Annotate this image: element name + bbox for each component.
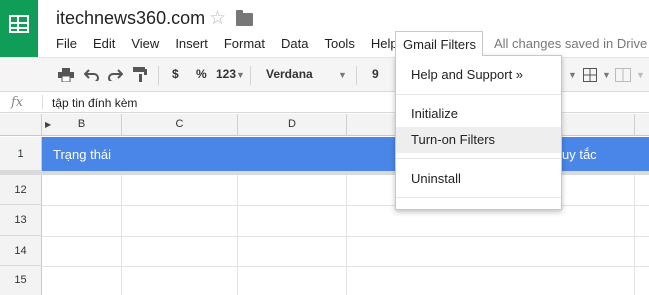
grid-line [634, 175, 635, 295]
formula-input[interactable]: tập tin đính kèm [52, 96, 137, 110]
chevron-down-icon[interactable]: ▼ [338, 70, 347, 80]
gmail-filters-dropdown: Help and Support » Initialize Turn-on Fi… [395, 55, 562, 210]
font-family-select[interactable]: Verdana [266, 67, 313, 81]
chevron-down-icon[interactable]: ▼ [236, 70, 245, 80]
folder-icon[interactable] [236, 10, 253, 26]
column-header-b[interactable]: ▶ B [42, 114, 122, 136]
menu-tools[interactable]: Tools [316, 34, 362, 52]
menu-item-initialize[interactable]: Initialize [396, 101, 561, 127]
grid-line [346, 175, 347, 295]
fx-icon: fx [11, 95, 24, 110]
row-header-1[interactable]: 1 [0, 137, 42, 171]
menu-bar: File Edit View Insert Format Data Tools … [48, 34, 406, 52]
menu-separator [396, 158, 561, 159]
column-header[interactable] [635, 114, 649, 136]
menu-item-uninstall[interactable]: Uninstall [396, 166, 561, 192]
menu-format[interactable]: Format [216, 34, 273, 52]
document-title[interactable]: itechnews360.com [56, 8, 205, 29]
menu-item-turn-on-filters[interactable]: Turn-on Filters [396, 127, 561, 153]
paint-format-icon[interactable] [133, 67, 147, 83]
star-icon[interactable]: ☆ [209, 7, 226, 30]
save-status: All changes saved in Drive [494, 36, 648, 51]
divider [42, 95, 43, 109]
menu-file[interactable]: File [48, 34, 85, 52]
undo-icon[interactable] [84, 69, 99, 81]
chevron-down-icon[interactable]: ▼ [568, 70, 577, 80]
chevron-down-icon[interactable]: ▼ [636, 70, 645, 80]
row-header-12[interactable]: 12 [0, 175, 42, 205]
menu-edit[interactable]: Edit [85, 34, 123, 52]
currency-format-button[interactable]: $ [172, 67, 179, 81]
grid-line [237, 175, 238, 295]
chevron-down-icon[interactable]: ▼ [602, 70, 611, 80]
redo-icon[interactable] [108, 69, 123, 81]
percent-format-button[interactable]: % [196, 67, 207, 81]
header-cell-rules[interactable]: uy tắc [562, 147, 597, 162]
expand-arrow-icon[interactable]: ▶ [45, 114, 51, 135]
menu-data[interactable]: Data [273, 34, 316, 52]
number-format-button[interactable]: 123 [216, 67, 236, 81]
grid-line [121, 175, 122, 295]
print-icon[interactable] [58, 68, 74, 82]
row-header-15[interactable]: 15 [0, 266, 42, 295]
sheets-logo-icon[interactable] [0, 0, 38, 57]
column-header-d[interactable]: D [238, 114, 347, 136]
menu-separator [396, 197, 561, 198]
borders-icon[interactable] [583, 68, 597, 82]
menu-insert[interactable]: Insert [167, 34, 216, 52]
merge-cells-icon[interactable] [615, 68, 631, 82]
header-cell-status[interactable]: Trạng thái [53, 147, 111, 162]
row-header-13[interactable]: 13 [0, 205, 42, 236]
menu-gmail-filters[interactable]: Gmail Filters [395, 31, 483, 56]
font-size-select[interactable]: 9 [372, 67, 379, 81]
column-header-c[interactable]: C [122, 114, 238, 136]
menu-separator [396, 94, 561, 95]
select-all-corner[interactable] [0, 114, 42, 136]
menu-view[interactable]: View [123, 34, 167, 52]
row-header-14[interactable]: 14 [0, 236, 42, 266]
menu-item-help-and-support[interactable]: Help and Support » [396, 62, 561, 88]
